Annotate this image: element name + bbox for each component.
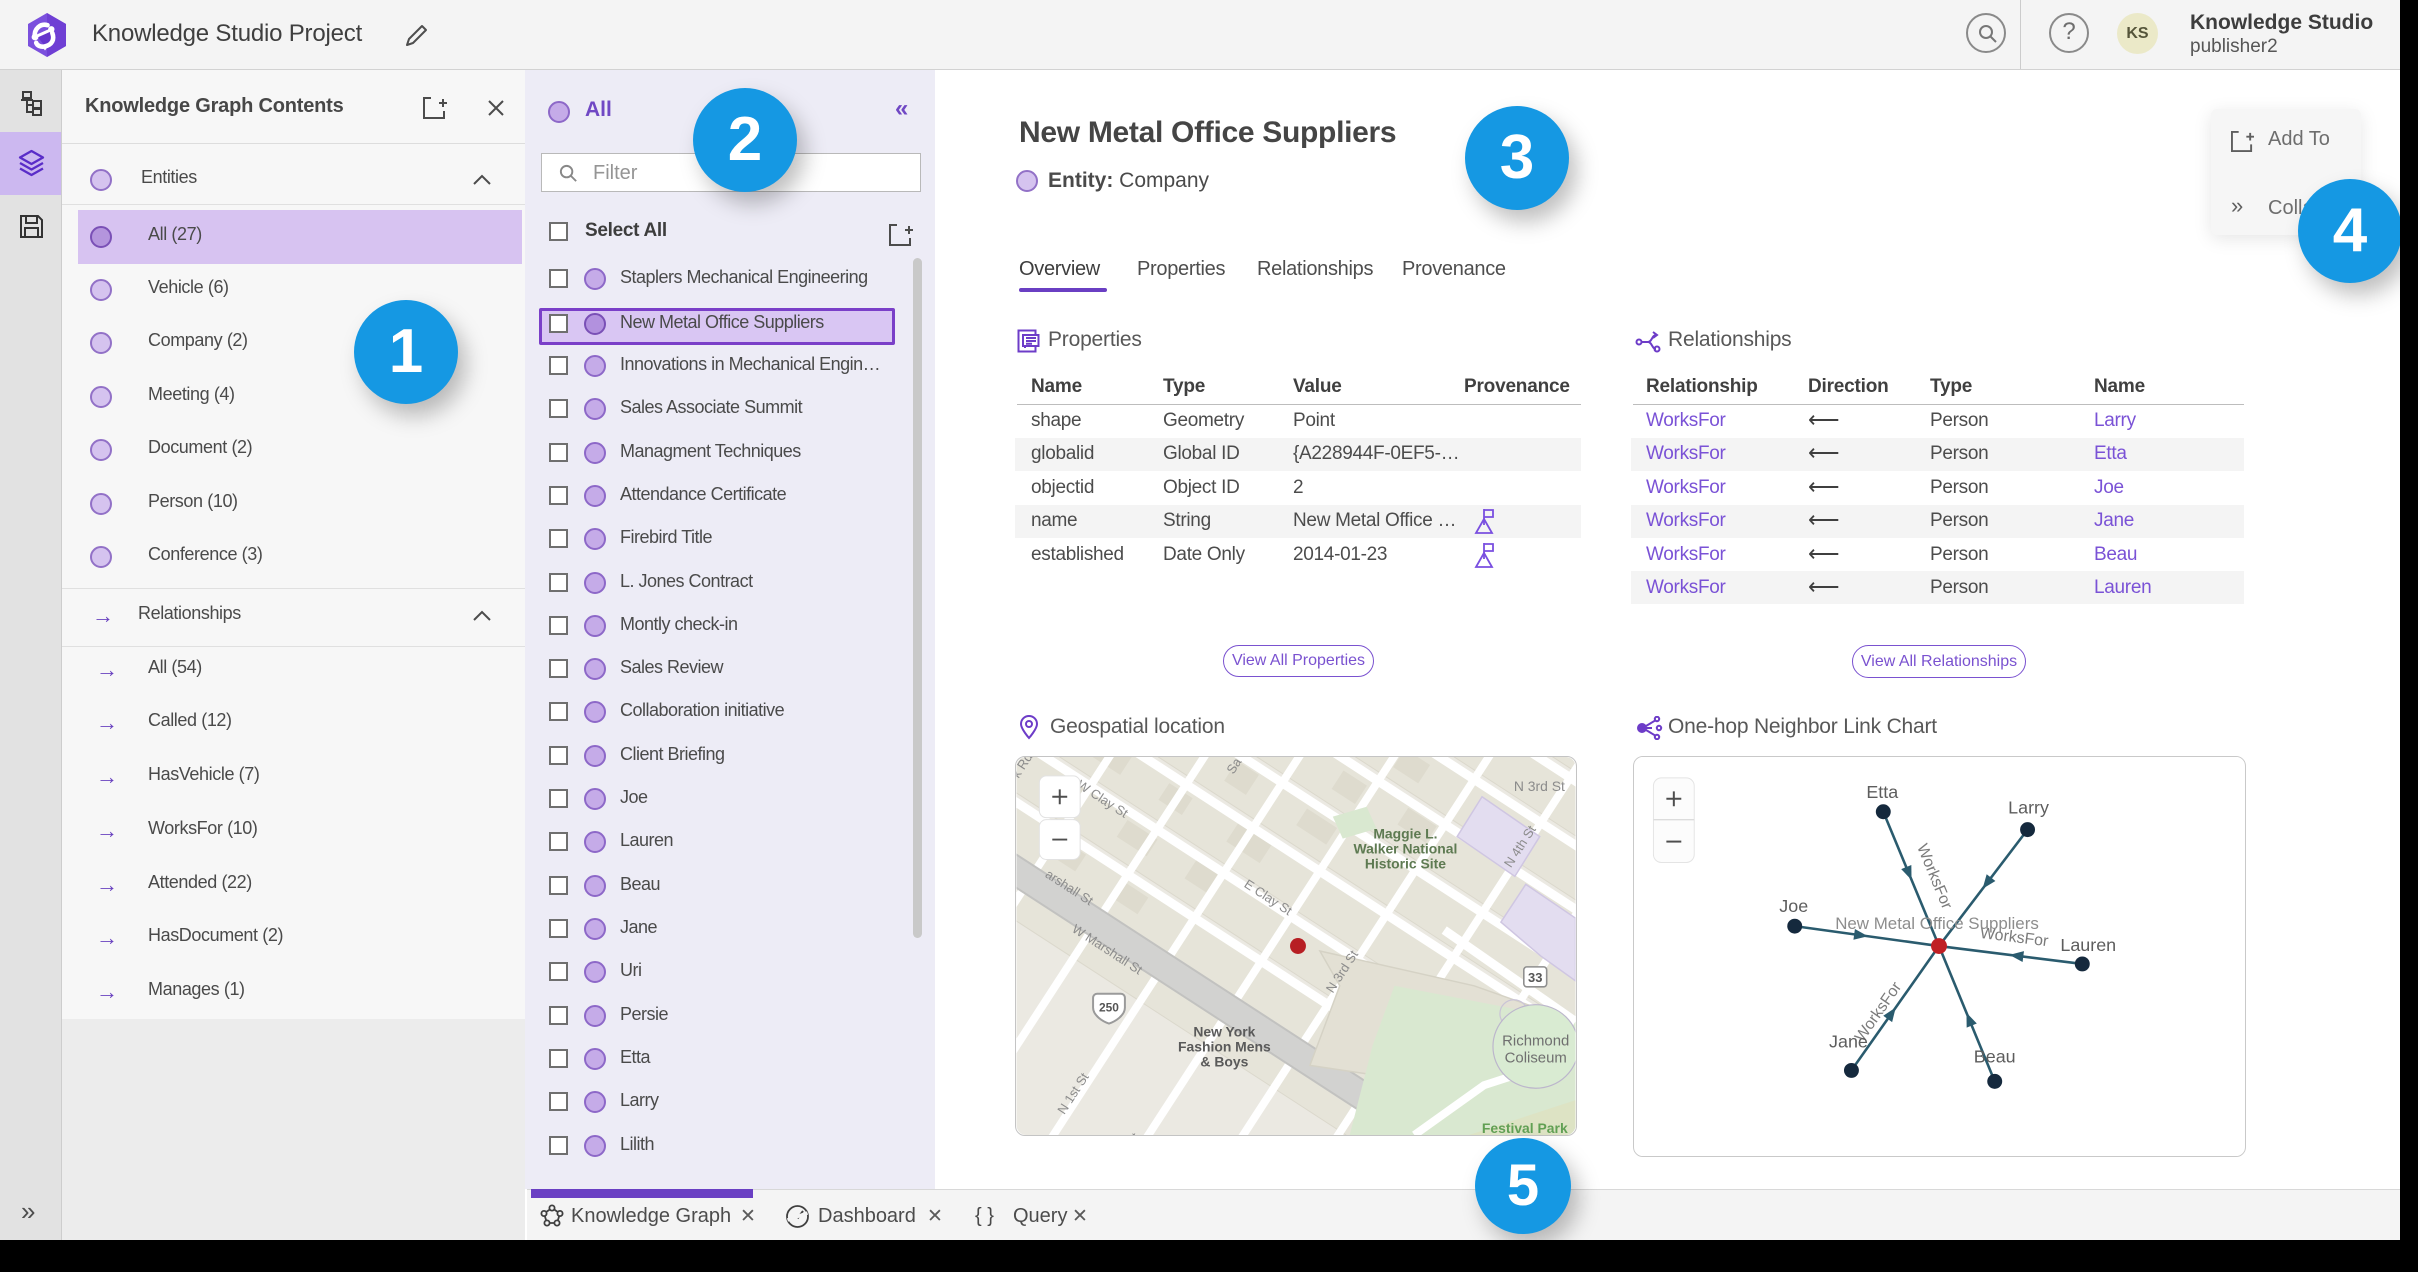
svg-text:Richmond: Richmond <box>1502 1032 1569 1049</box>
svg-text:Larry: Larry <box>2008 798 2049 818</box>
svg-text:Lauren: Lauren <box>2060 935 2116 955</box>
svg-text:Festival Park: Festival Park <box>1482 1120 1568 1136</box>
svg-text:33: 33 <box>1528 970 1542 985</box>
svg-text:Coliseum: Coliseum <box>1505 1049 1567 1066</box>
svg-text:& Boys: & Boys <box>1200 1053 1248 1069</box>
svg-text:N 3rd St: N 3rd St <box>1514 778 1565 794</box>
svg-text:Historic Site: Historic Site <box>1365 855 1446 871</box>
svg-text:Maggie L.: Maggie L. <box>1373 826 1437 842</box>
svg-text:Fashion Mens: Fashion Mens <box>1178 1038 1271 1054</box>
svg-text:New Metal Office Suppliers: New Metal Office Suppliers <box>1835 914 2039 933</box>
svg-text:New York: New York <box>1193 1024 1255 1040</box>
svg-text:Beau: Beau <box>1974 1046 2016 1066</box>
svg-text:Walker National: Walker National <box>1354 840 1458 856</box>
svg-text:Joe: Joe <box>1779 896 1808 916</box>
svg-text:Etta: Etta <box>1866 782 1898 802</box>
svg-text:250: 250 <box>1099 1001 1119 1015</box>
svg-text:Jane: Jane <box>1829 1032 1868 1052</box>
